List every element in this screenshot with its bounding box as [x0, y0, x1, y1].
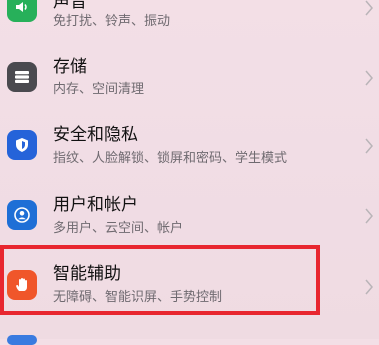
settings-item-smart-assist[interactable]: 智能辅助 无障碍、智能识屏、手势控制	[0, 253, 379, 313]
shield-icon	[7, 130, 37, 160]
chevron-right-icon	[365, 279, 373, 295]
settings-item-sound[interactable]: 声音 免打扰、铃声、振动	[0, 0, 379, 38]
settings-item-title: 智能辅助	[53, 264, 121, 284]
settings-item-subtitle: 免打扰、铃声、振动	[53, 14, 171, 29]
storage-icon	[7, 62, 37, 92]
settings-item-storage[interactable]: 存储 内存、空间清理	[0, 48, 379, 108]
chevron-right-icon	[365, 0, 373, 16]
settings-item-subtitle: 指纹、人脸解锁、锁屏和密码、学生模式	[53, 151, 288, 166]
settings-item-subtitle: 内存、空间清理	[53, 82, 145, 97]
chevron-right-icon	[365, 138, 373, 154]
settings-list: 声音 免打扰、铃声、振动 存储 内存、空间清理 安全和隐私 指纹、人脸解锁、锁屏…	[0, 0, 379, 345]
chevron-right-icon	[365, 208, 373, 224]
settings-item-title: 用户和帐户	[53, 195, 138, 215]
speaker-icon	[7, 0, 37, 22]
settings-item-title: 存储	[53, 57, 87, 77]
user-icon	[7, 200, 37, 230]
chevron-right-icon	[365, 70, 373, 86]
settings-item-security[interactable]: 安全和隐私 指纹、人脸解锁、锁屏和密码、学生模式	[0, 114, 379, 174]
settings-item-next-partial[interactable]	[0, 325, 379, 345]
settings-item-subtitle: 多用户、云空间、帐户	[53, 221, 184, 236]
settings-item-users[interactable]: 用户和帐户 多用户、云空间、帐户	[0, 184, 379, 244]
hand-icon	[7, 270, 37, 300]
partial-item-icon	[7, 335, 37, 345]
settings-item-title: 安全和隐私	[53, 125, 138, 145]
settings-item-title: 声音	[53, 0, 87, 12]
settings-item-subtitle: 无障碍、智能识屏、手势控制	[53, 290, 223, 305]
